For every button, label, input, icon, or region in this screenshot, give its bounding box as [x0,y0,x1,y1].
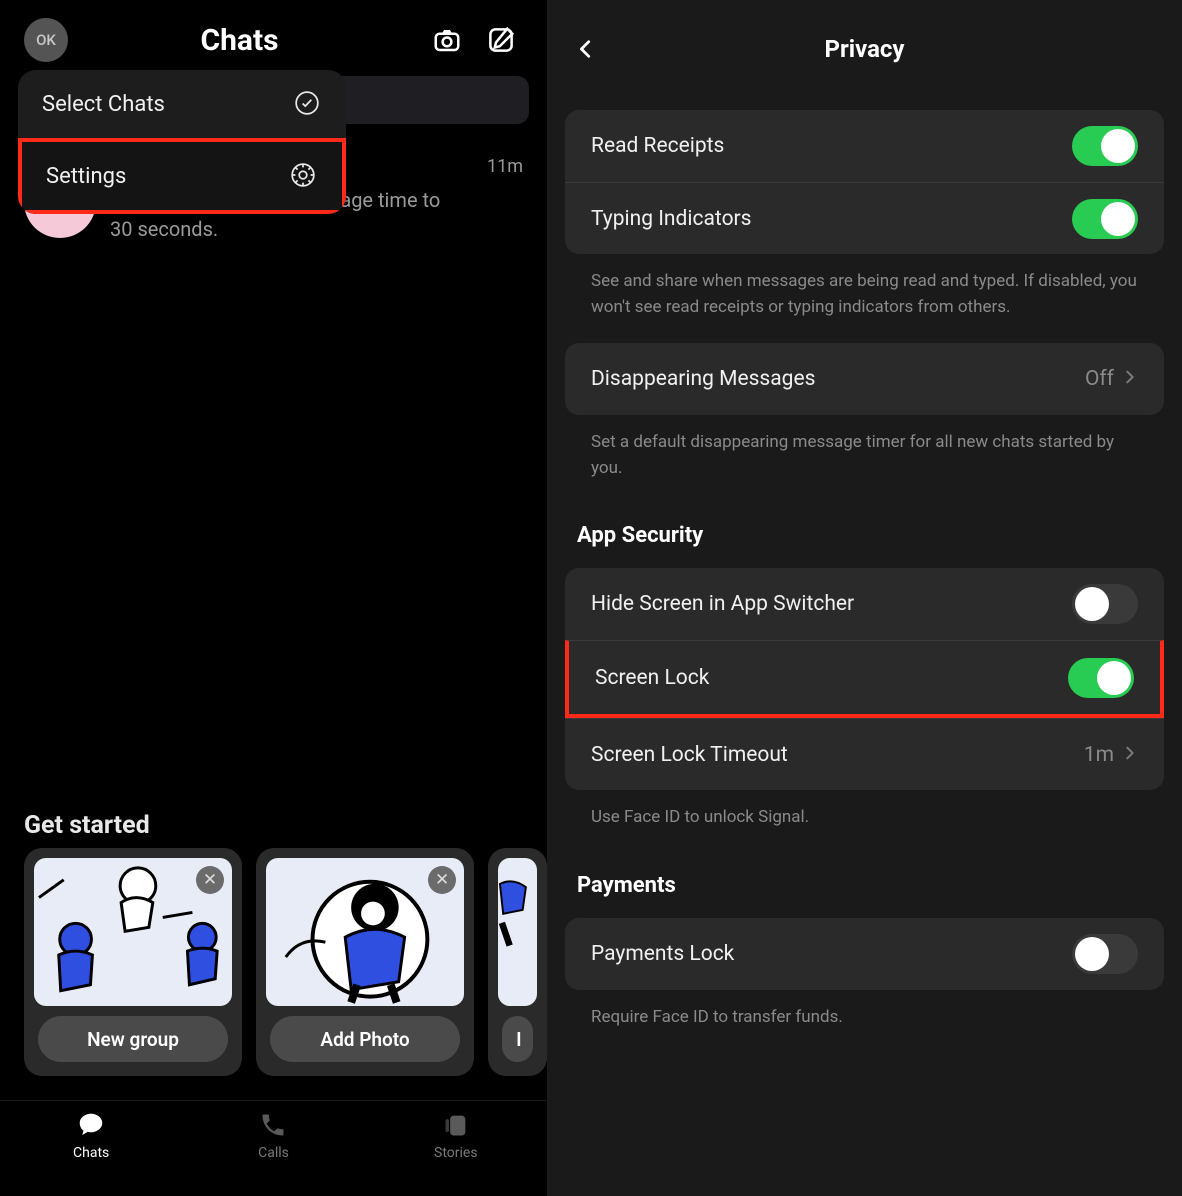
footer-payments: Require Face ID to transfer funds. [565,990,1164,1036]
menu-select-chats[interactable]: Select Chats [18,70,346,138]
row-label: Payments Lock [591,942,734,966]
get-started-title: Get started [24,811,547,840]
tab-label: Stories [434,1145,478,1161]
row-label: Screen Lock Timeout [591,743,788,767]
group-receipts: Read Receipts Typing Indicators [565,110,1164,254]
footer-disappearing: Set a default disappearing message timer… [565,415,1164,488]
chevron-left-icon [575,38,597,60]
toggle-typing-indicators[interactable] [1072,199,1138,239]
footer-receipts: See and share when messages are being re… [565,254,1164,327]
card-button[interactable]: Add Photo [270,1016,460,1062]
row-label: Hide Screen in App Switcher [591,592,854,616]
tab-stories[interactable]: Stories [365,1109,547,1196]
privacy-screen: Privacy Read Receipts Typing Indicators … [547,0,1182,1196]
group-disappearing: Disappearing Messages Off [565,343,1164,415]
chevron-right-icon [1122,367,1138,391]
tab-label: Calls [258,1145,289,1161]
gear-icon [290,162,318,190]
menu-item-label: Settings [46,164,126,189]
row-label: Typing Indicators [591,207,752,231]
row-payments-lock[interactable]: Payments Lock [565,918,1164,990]
tab-calls[interactable]: Calls [182,1109,364,1196]
phone-icon [257,1109,289,1141]
toggle-read-receipts[interactable] [1072,126,1138,166]
row-value-text: 1m [1084,743,1114,767]
check-circle-icon [294,90,322,118]
row-hide-screen[interactable]: Hide Screen in App Switcher [565,568,1164,640]
tab-chats[interactable]: Chats [0,1109,182,1196]
chats-header: OK Chats [0,0,547,76]
footer-faceid: Use Face ID to unlock Signal. [565,790,1164,836]
row-label: Disappearing Messages [591,367,815,391]
close-icon[interactable]: ✕ [196,866,224,894]
row-screen-lock[interactable]: Screen Lock [565,640,1164,718]
camera-button[interactable] [429,22,465,58]
get-started-section: Get started ✕ New group [24,811,547,1076]
compose-button[interactable] [483,22,519,58]
compose-icon [486,25,516,55]
chats-screen: OK Chats sage time to 30 seconds. 11m Se… [0,0,547,1196]
close-icon[interactable]: ✕ [428,866,456,894]
toggle-hide-screen[interactable] [1072,584,1138,624]
card-add-photo[interactable]: ✕ Add Photo [256,848,474,1076]
cards-row: ✕ New group ✕ [24,848,547,1076]
row-label: Screen Lock [595,666,709,690]
group-app-security: Hide Screen in App Switcher Screen Lock … [565,568,1164,790]
card-button[interactable]: I [502,1016,533,1062]
row-read-receipts[interactable]: Read Receipts [565,110,1164,182]
toggle-screen-lock[interactable] [1068,658,1134,698]
privacy-header: Privacy [547,0,1182,94]
page-title: Privacy [601,35,1128,63]
row-disappearing-messages[interactable]: Disappearing Messages Off [565,343,1164,415]
row-screen-lock-timeout[interactable]: Screen Lock Timeout 1m [565,718,1164,790]
toggle-payments-lock[interactable] [1072,934,1138,974]
profile-avatar[interactable]: OK [24,18,68,62]
menu-item-label: Select Chats [42,92,165,117]
chat-bubble-icon [75,1109,107,1141]
row-value-text: Off [1085,367,1114,391]
back-button[interactable] [571,34,601,64]
section-payments: Payments [565,837,1164,902]
chat-time: 11m [487,148,523,244]
section-app-security: App Security [565,487,1164,552]
row-typing-indicators[interactable]: Typing Indicators [565,182,1164,254]
stories-icon [440,1109,472,1141]
tab-label: Chats [73,1145,109,1161]
menu-settings[interactable]: Settings [18,138,346,214]
page-title: Chats [68,23,411,58]
card-new-group[interactable]: ✕ New group [24,848,242,1076]
card-button[interactable]: New group [38,1016,228,1062]
privacy-scroll[interactable]: Read Receipts Typing Indicators See and … [547,94,1182,1056]
chevron-right-icon [1122,743,1138,767]
card-illustration [498,858,537,1006]
context-menu: Select Chats Settings [18,70,346,214]
card-partial[interactable]: I [488,848,547,1076]
tab-bar: Chats Calls Stories [0,1100,547,1196]
row-label: Read Receipts [591,134,724,158]
camera-icon [432,25,462,55]
group-payments: Payments Lock [565,918,1164,990]
